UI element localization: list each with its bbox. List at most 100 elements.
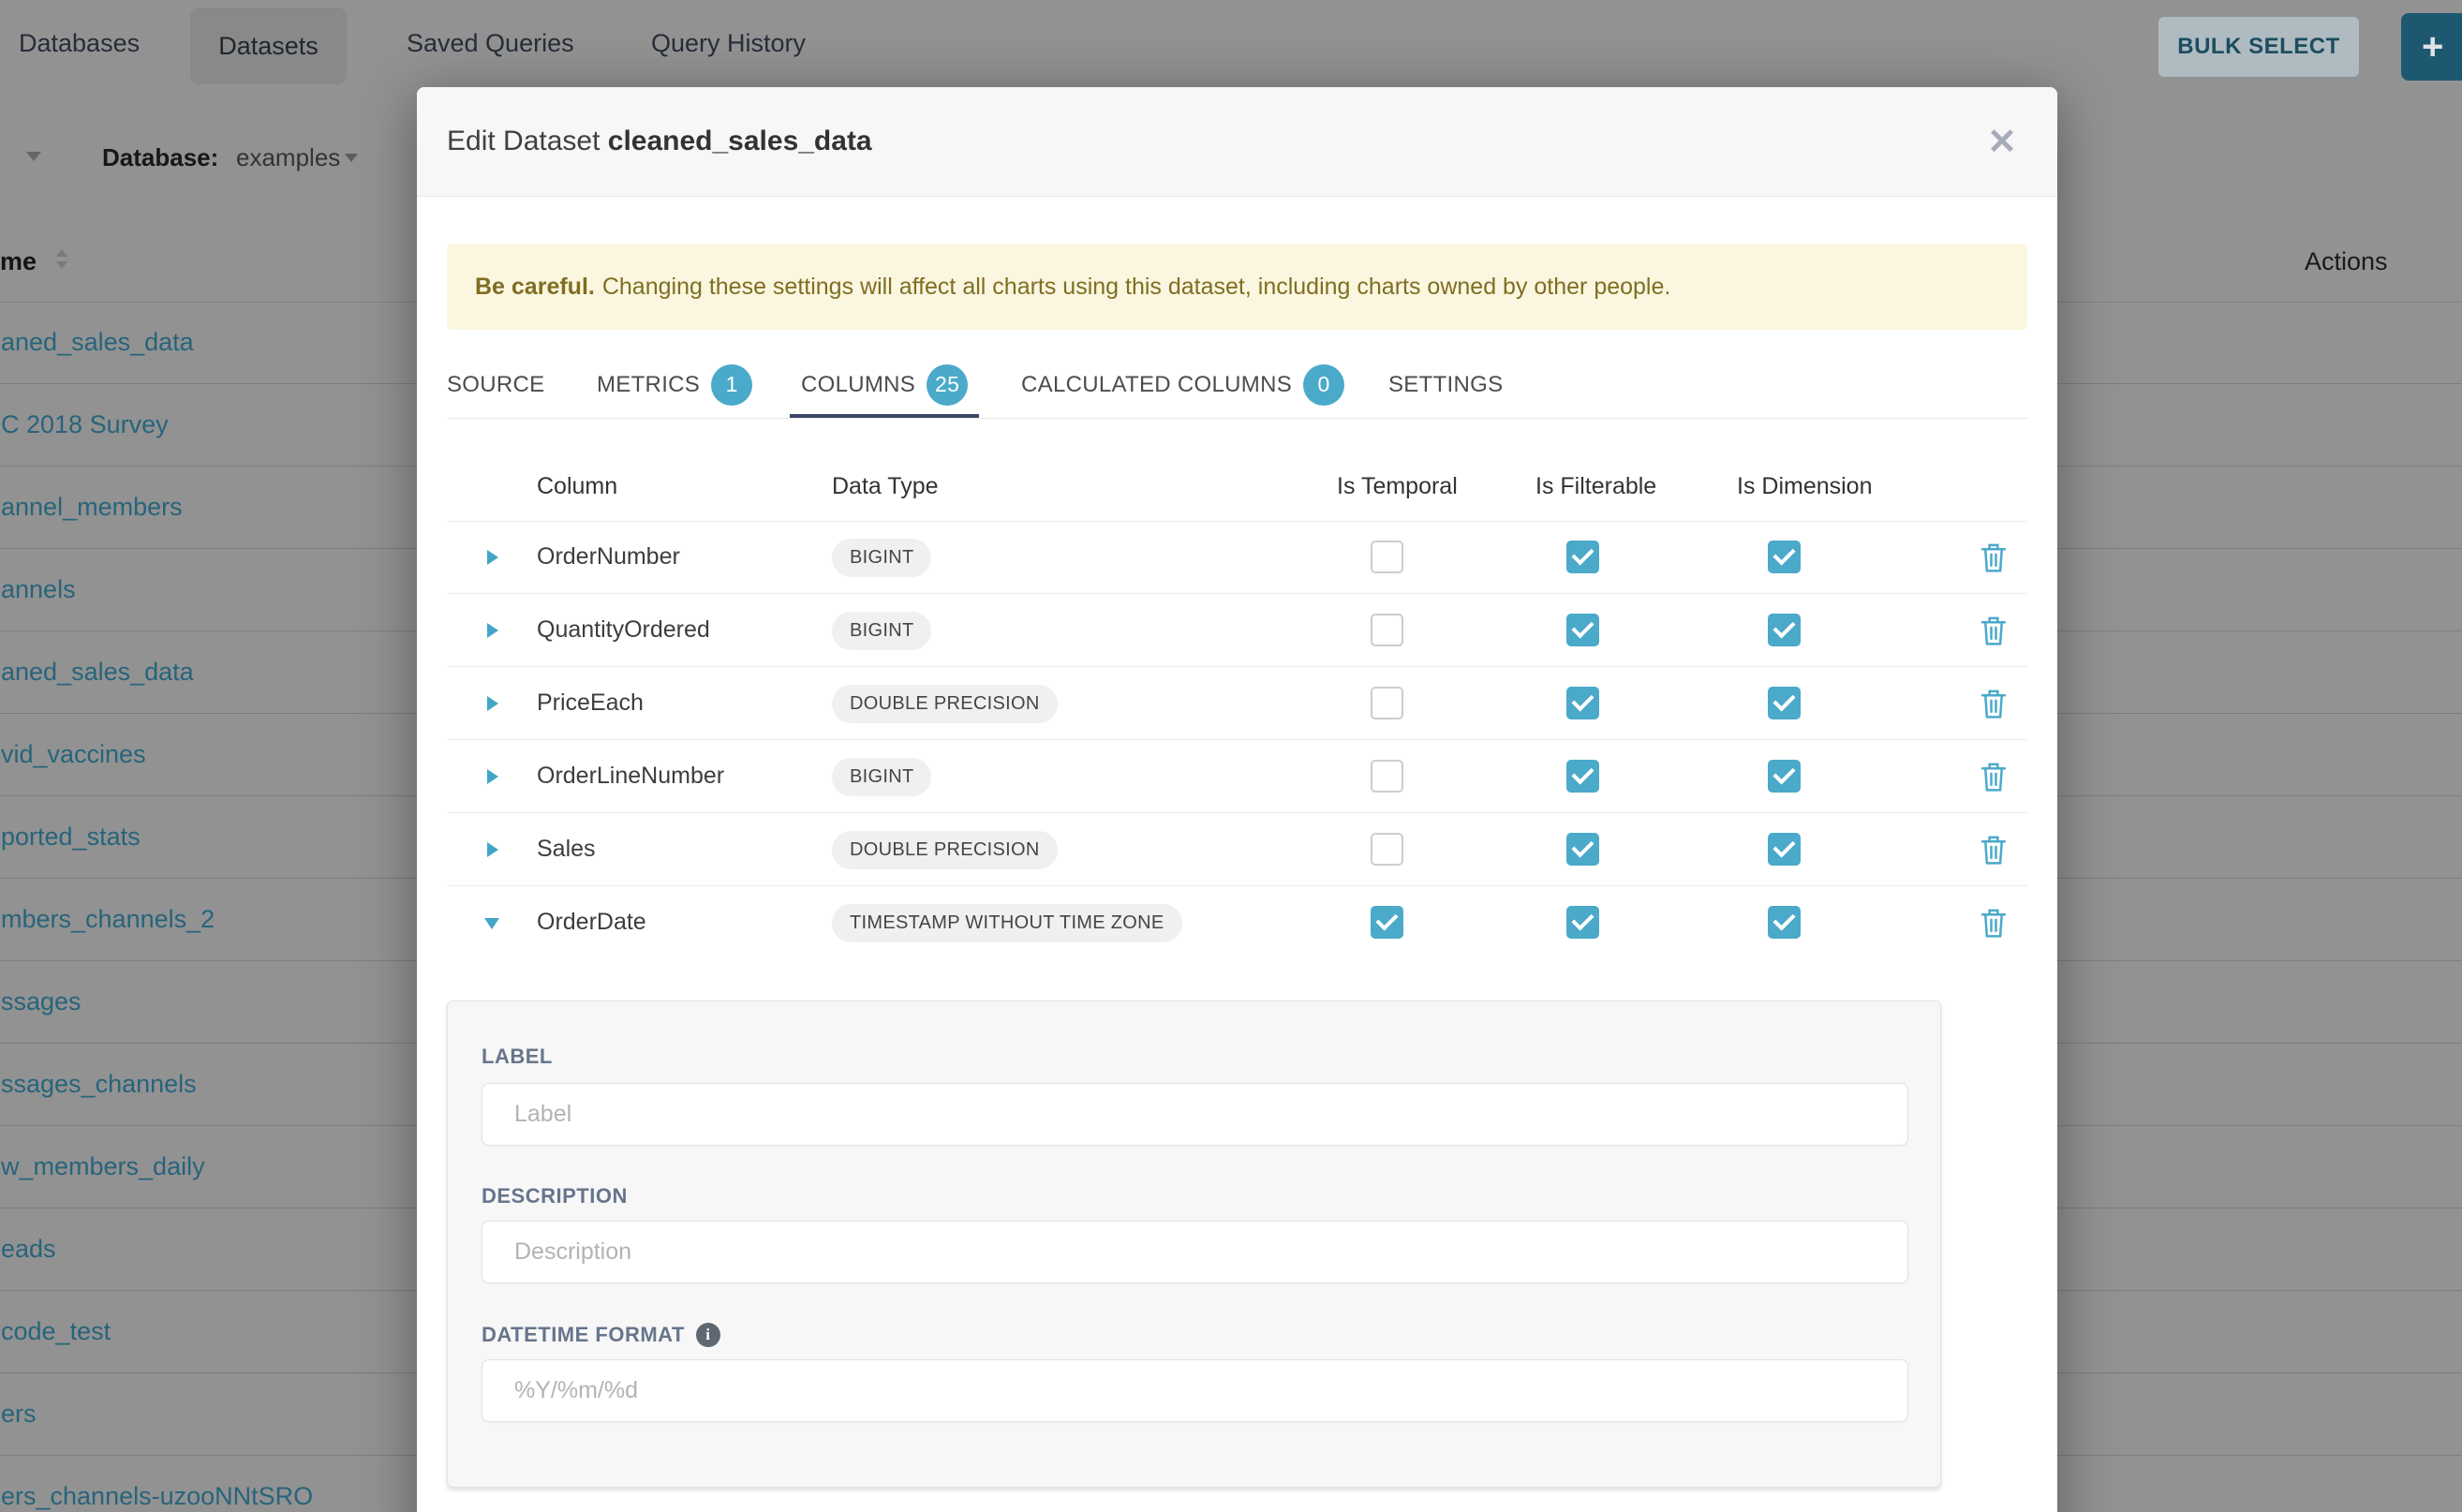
is-filterable-checkbox[interactable] <box>1566 833 1599 866</box>
delete-column-trash-icon[interactable] <box>1980 541 2008 573</box>
top-navigation: Databases Datasets Saved Queries Query H… <box>0 0 2462 87</box>
database-dropdown-caret-icon[interactable] <box>345 154 358 162</box>
tab-calculated-columns-count-badge: 0 <box>1303 364 1344 406</box>
modal-title: Edit Dataset cleaned_sales_data <box>447 126 872 157</box>
dataset-link[interactable]: mbers_channels_2 <box>1 879 215 960</box>
header-is-temporal: Is Temporal <box>1337 473 1458 500</box>
modal-header: Edit Dataset cleaned_sales_data <box>417 87 2057 197</box>
tab-metrics-label: METRICS <box>597 372 700 398</box>
column-name: OrderLineNumber <box>537 740 724 812</box>
is-dimension-checkbox[interactable] <box>1768 541 1801 573</box>
label-input[interactable] <box>482 1083 1908 1146</box>
dataset-link[interactable]: ported_stats <box>1 796 141 878</box>
description-field-label-text: DESCRIPTION <box>482 1184 628 1208</box>
is-filterable-checkbox[interactable] <box>1566 687 1599 719</box>
warning-banner-bold: Be careful. <box>475 274 595 301</box>
nav-item-query-history[interactable]: Query History <box>651 0 806 87</box>
is-filterable-checkbox[interactable] <box>1566 614 1599 646</box>
edit-dataset-modal: Edit Dataset cleaned_sales_data ✕ Be car… <box>417 87 2057 1512</box>
column-row: OrderLineNumber BIGINT <box>447 740 2027 813</box>
actions-column-header: Actions <box>2305 221 2388 302</box>
expand-caret-icon[interactable] <box>487 842 498 857</box>
data-type-pill: DOUBLE PRECISION <box>832 685 1058 723</box>
tab-source[interactable]: SOURCE <box>447 350 544 419</box>
is-temporal-checkbox[interactable] <box>1371 906 1403 939</box>
expand-caret-icon[interactable] <box>484 918 499 929</box>
column-detail-panel: LABEL DESCRIPTION DATETIME FORMAT i <box>447 1001 1941 1488</box>
tab-calculated-columns-label: CALCULATED COLUMNS <box>1021 372 1292 398</box>
dataset-link[interactable]: eads <box>1 1208 56 1290</box>
tab-settings[interactable]: SETTINGS <box>1388 350 1503 419</box>
column-name: OrderNumber <box>537 521 680 593</box>
datetime-format-field-label: DATETIME FORMAT i <box>482 1323 720 1347</box>
is-temporal-checkbox[interactable] <box>1371 541 1403 573</box>
nav-item-databases[interactable]: Databases <box>19 0 140 87</box>
header-is-filterable: Is Filterable <box>1535 473 1656 500</box>
dataset-link[interactable]: code_test <box>1 1291 111 1372</box>
data-type-pill: TIMESTAMP WITHOUT TIME ZONE <box>832 904 1182 942</box>
info-icon[interactable]: i <box>696 1323 720 1347</box>
close-icon[interactable]: ✕ <box>1974 113 2030 170</box>
is-dimension-checkbox[interactable] <box>1768 833 1801 866</box>
sort-icon[interactable] <box>56 249 67 269</box>
is-dimension-checkbox[interactable] <box>1768 614 1801 646</box>
data-type-pill: BIGINT <box>832 612 931 650</box>
label-field-label-text: LABEL <box>482 1045 553 1069</box>
tab-metrics-count-badge: 1 <box>711 364 752 406</box>
database-filter-value[interactable]: examples <box>236 141 340 174</box>
name-column-header[interactable]: me <box>0 221 37 302</box>
is-dimension-checkbox[interactable] <box>1768 687 1801 719</box>
tabs-divider <box>447 418 2027 419</box>
add-dataset-button[interactable]: + <box>2401 13 2462 81</box>
filter-dropdown-caret-icon[interactable] <box>26 152 41 161</box>
dataset-link[interactable]: vid_vaccines <box>1 714 146 795</box>
is-dimension-checkbox[interactable] <box>1768 760 1801 793</box>
dataset-link[interactable]: w_members_daily <box>1 1126 205 1208</box>
nav-item-datasets-active[interactable]: Datasets <box>190 7 347 84</box>
data-type-pill: BIGINT <box>832 539 931 577</box>
dataset-link[interactable]: ssages <box>1 961 82 1043</box>
modal-dataset-name: cleaned_sales_data <box>608 126 872 156</box>
expand-caret-icon[interactable] <box>487 550 498 565</box>
tab-columns[interactable]: COLUMNS 25 <box>801 350 968 419</box>
is-temporal-checkbox[interactable] <box>1371 833 1403 866</box>
delete-column-trash-icon[interactable] <box>1980 907 2008 939</box>
column-name: Sales <box>537 813 596 885</box>
is-filterable-checkbox[interactable] <box>1566 760 1599 793</box>
columns-table-header: Column Data Type Is Temporal Is Filterab… <box>447 462 2027 522</box>
description-input[interactable] <box>482 1221 1908 1283</box>
dataset-link[interactable]: annel_members <box>1 467 183 548</box>
column-row: OrderNumber BIGINT <box>447 521 2027 594</box>
tab-columns-count-badge: 25 <box>927 364 968 406</box>
delete-column-trash-icon[interactable] <box>1980 615 2008 646</box>
expand-caret-icon[interactable] <box>487 769 498 784</box>
bulk-select-button[interactable]: BULK SELECT <box>2158 17 2359 77</box>
delete-column-trash-icon[interactable] <box>1980 688 2008 719</box>
header-is-dimension: Is Dimension <box>1737 473 1873 500</box>
delete-column-trash-icon[interactable] <box>1980 834 2008 866</box>
is-temporal-checkbox[interactable] <box>1371 687 1403 719</box>
dataset-link[interactable]: ers_channels-uzooNNtSRO <box>1 1456 313 1512</box>
warning-banner-text: Changing these settings will affect all … <box>602 274 1671 301</box>
dataset-link[interactable]: ers <box>1 1373 37 1455</box>
data-type-pill: DOUBLE PRECISION <box>832 831 1058 869</box>
is-temporal-checkbox[interactable] <box>1371 760 1403 793</box>
tab-calculated-columns[interactable]: CALCULATED COLUMNS 0 <box>1021 350 1344 419</box>
datetime-format-input[interactable] <box>482 1359 1908 1422</box>
nav-item-saved-queries[interactable]: Saved Queries <box>407 0 574 87</box>
dataset-link[interactable]: aned_sales_data <box>1 631 194 713</box>
is-filterable-checkbox[interactable] <box>1566 906 1599 939</box>
header-column: Column <box>537 473 617 500</box>
dataset-link[interactable]: C 2018 Survey <box>1 384 169 466</box>
expand-caret-icon[interactable] <box>487 696 498 711</box>
dataset-link[interactable]: ssages_channels <box>1 1044 197 1125</box>
delete-column-trash-icon[interactable] <box>1980 761 2008 793</box>
tab-metrics[interactable]: METRICS 1 <box>597 350 752 419</box>
dataset-link[interactable]: annels <box>1 549 76 630</box>
tab-source-label: SOURCE <box>447 372 544 398</box>
expand-caret-icon[interactable] <box>487 623 498 638</box>
is-filterable-checkbox[interactable] <box>1566 541 1599 573</box>
is-temporal-checkbox[interactable] <box>1371 614 1403 646</box>
dataset-link[interactable]: aned_sales_data <box>1 302 194 383</box>
is-dimension-checkbox[interactable] <box>1768 906 1801 939</box>
